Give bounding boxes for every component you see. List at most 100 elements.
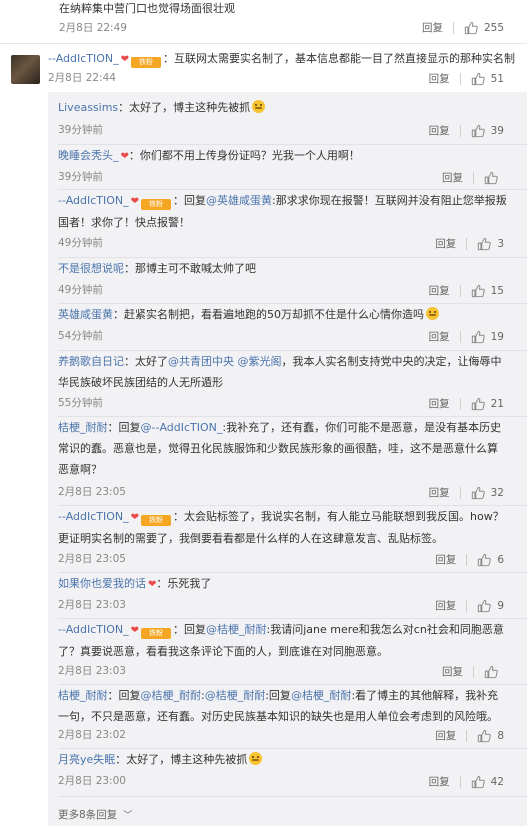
reply-button[interactable]: 回复 [435, 236, 456, 251]
reply-button[interactable]: 回复 [429, 283, 450, 298]
username-link[interactable]: --AddIcTION_ [58, 623, 129, 636]
reply-actions: 回复 [442, 664, 504, 679]
username-link[interactable]: 月亮ye失眠 [58, 753, 115, 766]
reply-button[interactable]: 回复 [429, 71, 450, 86]
like-button[interactable]: 42 [471, 775, 504, 789]
reply-actions: 回复 21 [429, 396, 504, 411]
fan-badge: 铁粉 [141, 515, 172, 526]
reply-button[interactable]: 回复 [429, 123, 450, 138]
username-link[interactable]: --AddIcTION_ [58, 194, 129, 207]
thumbs-up-icon [471, 124, 485, 137]
username-link[interactable]: 不是很想说呢 [58, 262, 124, 275]
heart-icon: ❤ [120, 151, 129, 162]
reply-text: 桔梗_耐耐：回复@--AddIcTION_:我补充了，还有蠢，你们可能不是恶意，… [58, 417, 508, 480]
like-button[interactable] [484, 171, 504, 185]
reply-button[interactable]: 回复 [435, 728, 456, 743]
username-link[interactable]: 养鹅歌自日记 [58, 355, 124, 368]
like-button[interactable]: 32 [471, 486, 504, 500]
mention-link[interactable]: @桔梗_耐耐 [205, 689, 266, 702]
reply-actions: 回复 19 [429, 329, 504, 344]
reply-time: 54分钟前 [58, 330, 103, 342]
like-count: 19 [490, 330, 504, 343]
chevron-down-icon: ﹀ [123, 811, 133, 821]
main-comment-actions: 回复 51 [429, 71, 504, 86]
like-button[interactable]: 15 [471, 284, 504, 298]
replies-panel: Liveassims：太好了，博主这种先被抓 39分钟前 回复 39 晚睡会秃头… [48, 92, 527, 826]
reply-actions: 回复 6 [435, 552, 504, 567]
reply-content: ：太好了，博主这种先被抓 [118, 101, 251, 114]
username-link[interactable]: --AddIcTION_ [48, 52, 119, 65]
divider [473, 171, 474, 184]
like-count: 3 [497, 237, 504, 250]
reply-content: ：回复 [107, 421, 141, 434]
reply-actions: 回复 [442, 170, 504, 185]
emoji-icon [249, 752, 263, 765]
like-button[interactable]: 19 [471, 330, 504, 344]
reply-content: ：你们都不用上传身份证吗？光我一个人用啊！ [128, 149, 360, 162]
reply-button[interactable]: 回复 [429, 485, 450, 500]
reply-button[interactable]: 回复 [422, 20, 443, 35]
mention-link[interactable]: @桔梗_耐耐 [141, 689, 202, 702]
like-button[interactable]: 51 [471, 72, 504, 86]
like-count: 9 [497, 599, 504, 612]
divider [466, 599, 468, 612]
fan-badge: 铁粉 [141, 199, 172, 210]
list-item: 月亮ye失眠：太好了，博主这种先被抓 2月8日 23:00 回复 42 [48, 749, 527, 797]
divider [452, 21, 454, 34]
reply-button[interactable]: 回复 [429, 396, 450, 411]
like-button[interactable]: 9 [477, 599, 504, 613]
reply-actions: 回复 15 [429, 283, 504, 298]
thumbs-up-icon [478, 599, 492, 612]
reply-button[interactable]: 回复 [442, 664, 463, 679]
main-comment-time: 2月8日 22:44 [48, 72, 116, 84]
like-button[interactable] [484, 665, 504, 679]
divider [459, 486, 461, 499]
reply-time: 49分钟前 [58, 237, 103, 249]
mention-link[interactable]: @共青团中央 [168, 355, 234, 368]
reply-button[interactable]: 回复 [442, 170, 463, 185]
username-link[interactable]: Liveassims [58, 101, 118, 114]
reply-content: ：赶紧实名制把，看看遍地跑的50万却抓不住是什么心情你造吗 [113, 308, 424, 321]
reply-time: 55分钟前 [58, 397, 103, 409]
username-link[interactable]: 如果你也爱我的话 [58, 577, 146, 590]
list-item: --AddIcTION_ ❤ 铁粉 ：回复@桔梗_耐耐:我请问jane mere和我怎… [48, 619, 527, 685]
reply-actions: 回复 3 [435, 236, 504, 251]
like-button[interactable]: 6 [477, 553, 504, 567]
more-replies-link[interactable]: 更多8条回复 ﹀ [58, 807, 132, 822]
reply-time: 2月8日 23:05 [58, 553, 126, 565]
divider [459, 775, 461, 788]
username-link[interactable]: 晚睡会秃头_ [58, 149, 119, 162]
avatar[interactable] [11, 55, 40, 84]
reply-button[interactable]: 回复 [435, 598, 456, 613]
divider [459, 330, 461, 343]
reply-button[interactable]: 回复 [435, 552, 456, 567]
like-button[interactable]: 39 [471, 124, 504, 138]
mention-link[interactable]: @桔梗_耐耐 [291, 689, 352, 702]
emoji-icon [426, 307, 439, 320]
like-count: 255 [483, 21, 504, 34]
reply-button[interactable]: 回复 [429, 329, 450, 344]
reply-text: 月亮ye失眠：太好了，博主这种先被抓 [58, 749, 508, 770]
username-link[interactable]: 英雄咸蛋黄 [58, 308, 113, 321]
username-link[interactable]: --AddIcTION_ [58, 510, 129, 523]
like-button[interactable]: 255 [464, 21, 504, 35]
mention-link[interactable]: @英雄咸蛋黄 [206, 194, 272, 207]
reply-text: 不是很想说呢：那博主可不敢喊太帅了吧 [58, 258, 508, 279]
thumbs-up-icon [478, 237, 492, 250]
username-link[interactable]: 桔梗_耐耐 [58, 421, 108, 434]
previous-comment-text: 在纳粹集中营门口也觉得场面很壮观 [59, 2, 235, 15]
thumbs-up-icon [471, 775, 485, 788]
reply-text: 养鹅歌自日记：太好了@共青团中央 @紫光阁，我本人实名制支持党中央的决定，让侮辱… [58, 351, 508, 393]
reply-content: ：回复 [173, 194, 207, 207]
heart-icon: ❤ [130, 196, 140, 207]
mention-link[interactable]: @桔梗_耐耐 [206, 623, 267, 636]
mention-link[interactable]: @紫光阁 [238, 355, 282, 368]
mention-link[interactable]: @--AddIcTION_ [141, 421, 223, 434]
reply-button[interactable]: 回复 [429, 774, 450, 789]
comment-thread: 在纳粹集中营门口也觉得场面很壮观 2月8日 22:49 回复 255 --Add… [0, 0, 527, 826]
username-link[interactable]: 桔梗_耐耐 [58, 689, 108, 702]
like-button[interactable]: 21 [471, 397, 504, 411]
like-button[interactable]: 8 [477, 729, 504, 743]
like-count: 42 [490, 775, 504, 788]
like-button[interactable]: 3 [477, 237, 504, 251]
